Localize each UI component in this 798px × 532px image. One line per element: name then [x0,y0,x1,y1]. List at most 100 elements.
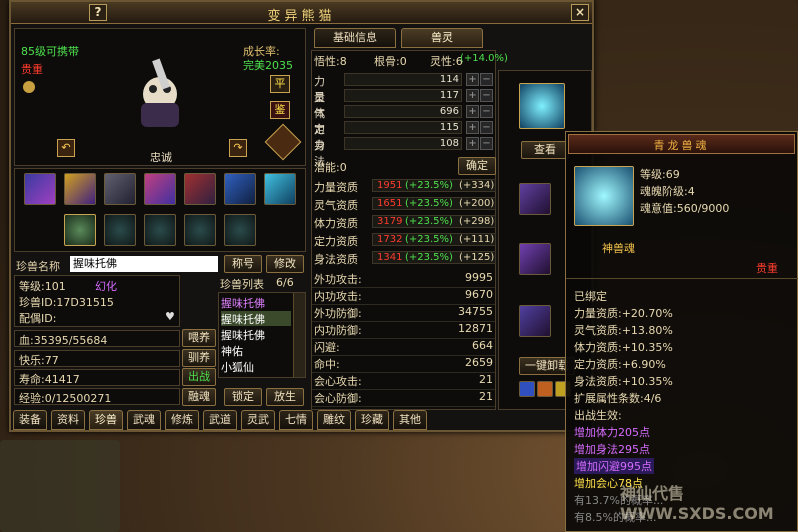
personality-label: 忠诚 [150,151,172,164]
tab-collection[interactable]: 珍藏 [355,410,389,430]
aptitude-bonus: (+23.5%) [405,180,453,191]
pet-list-scrollbar[interactable] [293,293,305,377]
empty-skill-slot-icon[interactable] [104,214,136,246]
combat-value: 21 [479,390,493,403]
combat-row: 会心防御: 21 [312,390,495,407]
combat-row: 内功防御: 12871 [312,322,495,339]
life-bar: 寿命:41417 [14,369,180,386]
tab-profile[interactable]: 资料 [51,410,85,430]
pet-list-item[interactable]: 握味托佛 [221,295,291,310]
dragon-soul-icon [574,166,634,226]
azure-dragon-soul-icon[interactable] [519,83,565,129]
aptitude-value: 3179 [377,216,403,227]
inherent-skill-icon[interactable] [64,214,96,246]
skills-panel [14,168,306,252]
fight-button[interactable]: 出战 [182,368,216,386]
appraise-button[interactable]: 鉴 [270,101,290,119]
aptitude-label: 定力资质 [314,235,358,248]
spirit-slot-icon[interactable] [519,243,551,275]
attr-value: 115 [439,122,459,133]
name-label: 珍兽名称 [16,260,60,273]
combat-value: 21 [479,373,493,386]
combat-label: 闪避: [314,341,340,354]
release-button[interactable]: 放生 [266,388,304,406]
plus-icon[interactable]: + [466,73,479,86]
combat-row: 闪避: 664 [312,339,495,356]
skill-icon[interactable] [24,173,56,205]
skill-icon[interactable] [184,173,216,205]
tab-wuhun[interactable]: 武魂 [127,410,161,430]
minus-icon[interactable]: − [480,105,493,118]
lock-button[interactable]: 锁定 [224,388,262,406]
tooltip-line: 定力资质:+6.90% [574,358,666,371]
skill-icon[interactable] [264,173,296,205]
skill-icon[interactable] [144,173,176,205]
confirm-button[interactable]: 确定 [458,157,496,175]
empty-skill-slot-icon[interactable] [184,214,216,246]
tooltip-line: 身法资质:+10.35% [574,375,673,388]
tab-wudao[interactable]: 武道 [203,410,237,430]
pet-list-item[interactable]: 小狐仙 [221,359,291,374]
lingxing-stat: 灵性:6 [430,55,463,68]
tab-diaowen[interactable]: 雕纹 [317,410,351,430]
empty-skill-slot-icon[interactable] [224,214,256,246]
skill-icon[interactable] [104,173,136,205]
tab-equipment[interactable]: 装备 [13,410,47,430]
lock-icon[interactable] [23,81,35,93]
pet-list-count: 6/6 [276,276,294,289]
minus-icon[interactable]: − [480,121,493,134]
tab-other[interactable]: 其他 [393,410,427,430]
plus-icon[interactable]: + [466,137,479,150]
tab-spirit[interactable]: 兽灵 [401,28,483,48]
aptitude-extra: (+125) [459,252,495,263]
skill-icon[interactable] [224,173,256,205]
spirit-slot-icon[interactable] [519,183,551,215]
tab-lingwu[interactable]: 灵武 [241,410,275,430]
aptitude-label: 身法资质 [314,253,358,266]
tooltip-divider [566,278,798,279]
modify-button[interactable]: 修改 [266,255,304,273]
view-button[interactable]: 查看 [521,141,569,159]
buff-icon[interactable] [537,381,553,397]
fuse-button[interactable]: 融魂 [182,388,216,406]
carry-level: 85级可携带 [21,45,79,58]
skill-icon[interactable] [64,173,96,205]
title-button[interactable]: 称号 [224,255,262,273]
combat-row: 会心攻击: 21 [312,373,495,390]
tab-basic-info[interactable]: 基础信息 [314,28,396,48]
plus-icon[interactable]: + [466,105,479,118]
aptitude-extra: (+111) [459,234,495,245]
combat-label: 外功攻击: [314,273,362,286]
empty-skill-slot-icon[interactable] [144,214,176,246]
pet-list-item[interactable]: 握味托佛 [221,327,291,342]
pet-list-item[interactable]: 握味托佛 [221,311,291,326]
minus-icon[interactable]: − [480,89,493,102]
genggu-stat: 根骨:0 [374,55,407,68]
ping-button[interactable]: 平 [270,75,290,93]
tooltip-soul-value: 魂意值:560/9000 [640,202,730,215]
buff-icon[interactable] [519,381,535,397]
hp-text: 血:35395/55684 [19,334,108,347]
aptitude-bonus: (+23.5%) [405,198,453,209]
tame-button[interactable]: 驯养 [182,349,216,367]
spirit-slot-icon[interactable] [519,305,551,337]
transform-label: 幻化 [95,280,117,293]
tab-qiqing[interactable]: 七情 [279,410,313,430]
plus-icon[interactable]: + [466,121,479,134]
tooltip-soul-stage: 魂魄阶级:4 [640,185,695,198]
happy-bar: 快乐:77 [14,350,180,367]
pet-name-input[interactable]: 握味托佛 [70,256,218,272]
attr-value: 114 [439,74,459,85]
plus-icon[interactable]: + [466,89,479,102]
pet-list-item[interactable]: 神佑 [221,343,291,358]
tab-cultivation[interactable]: 修炼 [165,410,199,430]
minus-icon[interactable]: − [480,137,493,150]
combat-label: 命中: [314,358,340,371]
minus-icon[interactable]: − [480,73,493,86]
tab-pets[interactable]: 珍兽 [89,410,123,430]
tooltip-effect: 增加体力205点 [574,426,650,439]
aptitude-bonus: (+23.5%) [405,252,453,263]
feed-button[interactable]: 喂养 [182,329,216,347]
hp-bar: 血:35395/55684 [14,330,180,347]
close-button[interactable]: × [571,4,589,21]
